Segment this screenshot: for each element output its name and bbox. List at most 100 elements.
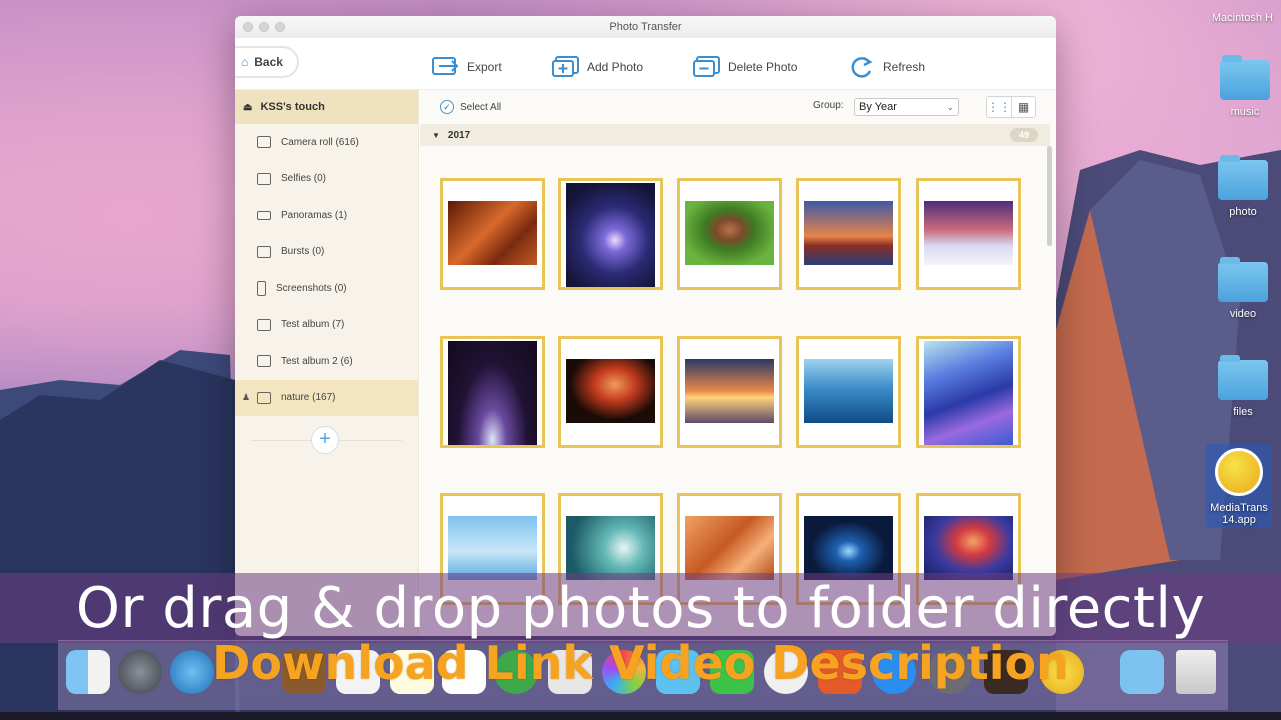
- shared-album-icon: ♟: [242, 392, 251, 403]
- group-label: Group:: [813, 100, 844, 111]
- minimize-window-button[interactable]: [259, 22, 269, 32]
- back-label: Back: [254, 55, 283, 69]
- add-photo-label: Add Photo: [587, 60, 644, 74]
- eject-icon[interactable]: ⏏: [243, 102, 252, 113]
- sidebar-item-label: Selfies (0): [281, 173, 327, 185]
- desktop-folder-label: video: [1229, 308, 1257, 320]
- photo-image: [448, 516, 537, 580]
- refresh-button[interactable]: Refresh: [847, 54, 925, 80]
- camera-icon: [257, 136, 271, 149]
- disclosure-triangle-icon[interactable]: ▼: [432, 131, 440, 140]
- desktop-folder-label: files: [1233, 406, 1253, 418]
- sidebar-item-label: Screenshots (0): [276, 282, 347, 294]
- chevron-down-icon: ⌄: [946, 102, 954, 112]
- sidebar-item-bursts[interactable]: Bursts (0): [235, 234, 418, 271]
- photo-thumbnail[interactable]: [796, 336, 901, 448]
- photo-image: [566, 359, 655, 423]
- photo-thumbnail[interactable]: [916, 178, 1021, 290]
- folder-icon: [1218, 155, 1268, 200]
- photo-thumbnail[interactable]: [677, 178, 782, 290]
- export-icon: [432, 57, 459, 75]
- photo-transfer-window: Photo Transfer ⌂ Back Export Add Photo D…: [235, 16, 1056, 636]
- window-title: Photo Transfer: [609, 21, 682, 33]
- menubar-disk-label: Macintosh H: [1211, 12, 1273, 24]
- desktop-folder-photo[interactable]: photo: [1208, 155, 1278, 218]
- device-name: KSS's touch: [260, 101, 325, 113]
- album-sidebar: ⏏ KSS's touch Camera roll (616) Selfies …: [235, 90, 419, 636]
- photo-image: [804, 516, 893, 580]
- zoom-window-button[interactable]: [275, 22, 285, 32]
- year-label: 2017: [447, 129, 471, 141]
- group-select[interactable]: By Year ⌄: [854, 98, 959, 116]
- add-photo-icon: [552, 56, 579, 77]
- bursts-icon: [257, 245, 271, 258]
- photo-image: [448, 201, 537, 265]
- photo-thumbnail[interactable]: [677, 336, 782, 448]
- photo-thumbnail[interactable]: [440, 336, 545, 448]
- desktop-app-mediatrans[interactable]: MediaTrans 14.app: [1206, 444, 1272, 528]
- sidebar-item-label: Test album (7): [281, 319, 345, 331]
- view-toggle: ⋮⋮ ▦: [986, 96, 1036, 118]
- large-grid-view-icon[interactable]: ▦: [1011, 97, 1035, 117]
- sidebar-item-selfies[interactable]: Selfies (0): [235, 161, 418, 198]
- group-select-value: By Year: [859, 101, 897, 113]
- delete-photo-label: Delete Photo: [728, 60, 798, 74]
- photo-image: [924, 341, 1013, 445]
- year-group-header[interactable]: ▼ 2017 49: [420, 124, 1050, 146]
- close-window-button[interactable]: [243, 22, 253, 32]
- desktop-folder-music[interactable]: music: [1210, 55, 1280, 118]
- photo-image: [448, 341, 537, 445]
- photo-thumbnail[interactable]: [796, 178, 901, 290]
- sidebar-item-label: nature (167): [281, 392, 336, 404]
- photo-thumbnail[interactable]: [558, 178, 663, 290]
- sidebar-item-panoramas[interactable]: Panoramas (1): [235, 197, 418, 234]
- album-icon: [257, 318, 271, 331]
- photo-image: [685, 201, 774, 265]
- vertical-scrollbar[interactable]: [1047, 146, 1052, 246]
- desktop-folder-video[interactable]: video: [1208, 257, 1278, 320]
- title-bar: Photo Transfer: [235, 16, 1056, 38]
- photo-image: [566, 516, 655, 580]
- desktop-folder-files[interactable]: files: [1208, 355, 1278, 418]
- content-toolbar: ✓ Select All Group: By Year ⌄ ⋮⋮ ▦: [420, 90, 1056, 124]
- list-grid-view-icon[interactable]: ⋮⋮: [987, 97, 1011, 117]
- sidebar-item-test-album[interactable]: Test album (7): [235, 307, 418, 344]
- export-button[interactable]: Export: [431, 54, 502, 80]
- select-all-label: Select All: [460, 101, 502, 113]
- toolbar: ⌂ Back Export Add Photo Delete Photo Ref…: [235, 38, 1056, 90]
- selfie-icon: [257, 172, 271, 185]
- folder-icon: [1220, 55, 1270, 100]
- refresh-label: Refresh: [883, 60, 926, 74]
- sidebar-item-test-album-2[interactable]: Test album 2 (6): [235, 343, 418, 380]
- photo-image: [566, 183, 655, 287]
- album-icon: [257, 391, 271, 404]
- photo-thumbnail[interactable]: [558, 336, 663, 448]
- refresh-icon: [851, 56, 873, 78]
- album-icon: [257, 355, 271, 368]
- sidebar-item-nature[interactable]: ♟ nature (167): [235, 379, 418, 416]
- add-photo-button[interactable]: Add Photo: [551, 54, 643, 80]
- export-label: Export: [467, 60, 502, 74]
- photo-image: [924, 516, 1013, 580]
- folder-icon: [1218, 355, 1268, 400]
- sidebar-item-screenshots[interactable]: Screenshots (0): [235, 270, 418, 307]
- home-icon: ⌂: [241, 55, 249, 69]
- add-album-button[interactable]: +: [311, 426, 339, 454]
- sidebar-item-label: Panoramas (1): [281, 209, 348, 221]
- photo-image: [804, 359, 893, 423]
- photo-thumbnail[interactable]: [440, 178, 545, 290]
- sidebar-item-label: Test album 2 (6): [281, 355, 353, 367]
- photo-thumbnail[interactable]: [916, 336, 1021, 448]
- device-header[interactable]: ⏏ KSS's touch: [235, 90, 418, 124]
- phone-icon: [257, 280, 266, 296]
- delete-photo-icon: [693, 56, 720, 77]
- sidebar-item-camera-roll[interactable]: Camera roll (616): [235, 124, 418, 161]
- photo-count-badge: 49: [1010, 128, 1038, 142]
- desktop-folder-label: photo: [1229, 206, 1257, 218]
- folder-icon: [1218, 257, 1268, 302]
- promo-caption: Download Link Video Description: [212, 636, 1069, 690]
- select-all-checkbox[interactable]: ✓: [440, 100, 454, 114]
- delete-photo-button[interactable]: Delete Photo: [692, 54, 797, 80]
- sidebar-item-label: Bursts (0): [281, 246, 325, 258]
- back-button[interactable]: ⌂ Back: [235, 46, 299, 78]
